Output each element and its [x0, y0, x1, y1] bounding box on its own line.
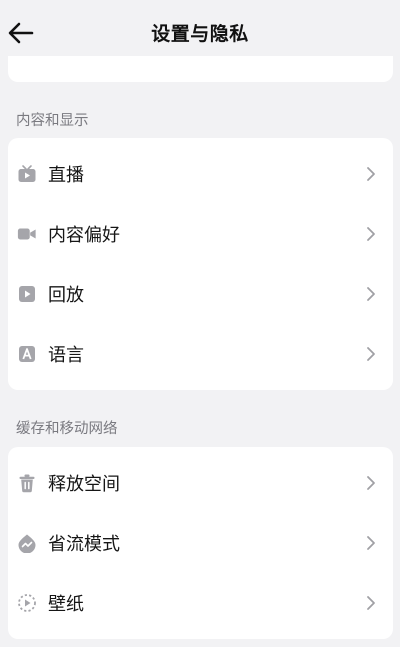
- chevron-right-icon: [367, 287, 375, 301]
- video-camera-icon: [17, 224, 37, 244]
- content-display-card: 直播 内容偏好 回放 语言: [8, 138, 393, 390]
- settings-item-playback[interactable]: 回放: [8, 264, 393, 324]
- settings-item-wallpaper[interactable]: 壁纸: [8, 573, 393, 633]
- chevron-right-icon: [367, 536, 375, 550]
- wallpaper-play-icon: [17, 593, 37, 613]
- cache-network-card: 释放空间 省流模式 壁纸: [8, 447, 393, 639]
- settings-item-label: 直播: [48, 165, 84, 186]
- section-label-content-display: 内容和显示: [16, 113, 89, 129]
- chevron-right-icon: [367, 347, 375, 361]
- letter-a-icon: [17, 344, 37, 364]
- tv-icon: [17, 164, 37, 184]
- trash-icon: [17, 473, 37, 493]
- settings-item-data-saver[interactable]: 省流模式: [8, 513, 393, 573]
- settings-item-label: 省流模式: [48, 534, 120, 555]
- previous-section-card: [8, 56, 393, 82]
- settings-item-label: 内容偏好: [48, 225, 120, 246]
- settings-item-content-preferences[interactable]: 内容偏好: [8, 204, 393, 264]
- settings-item-free-space[interactable]: 释放空间: [8, 453, 393, 513]
- chevron-right-icon: [367, 596, 375, 610]
- chevron-right-icon: [367, 476, 375, 490]
- settings-item-label: 壁纸: [48, 594, 84, 615]
- chevron-right-icon: [367, 227, 375, 241]
- settings-item-label: 语言: [48, 345, 84, 366]
- settings-item-language[interactable]: 语言: [8, 324, 393, 384]
- chevron-right-icon: [367, 167, 375, 181]
- section-label-cache-network: 缓存和移动网络: [16, 421, 118, 437]
- settings-item-label: 释放空间: [48, 474, 120, 495]
- data-saver-icon: [17, 533, 37, 553]
- top-bar: 设置与隐私: [0, 0, 400, 64]
- play-square-icon: [17, 284, 37, 304]
- settings-item-live[interactable]: 直播: [8, 144, 393, 204]
- page-title: 设置与隐私: [151, 23, 249, 45]
- settings-item-label: 回放: [48, 285, 84, 306]
